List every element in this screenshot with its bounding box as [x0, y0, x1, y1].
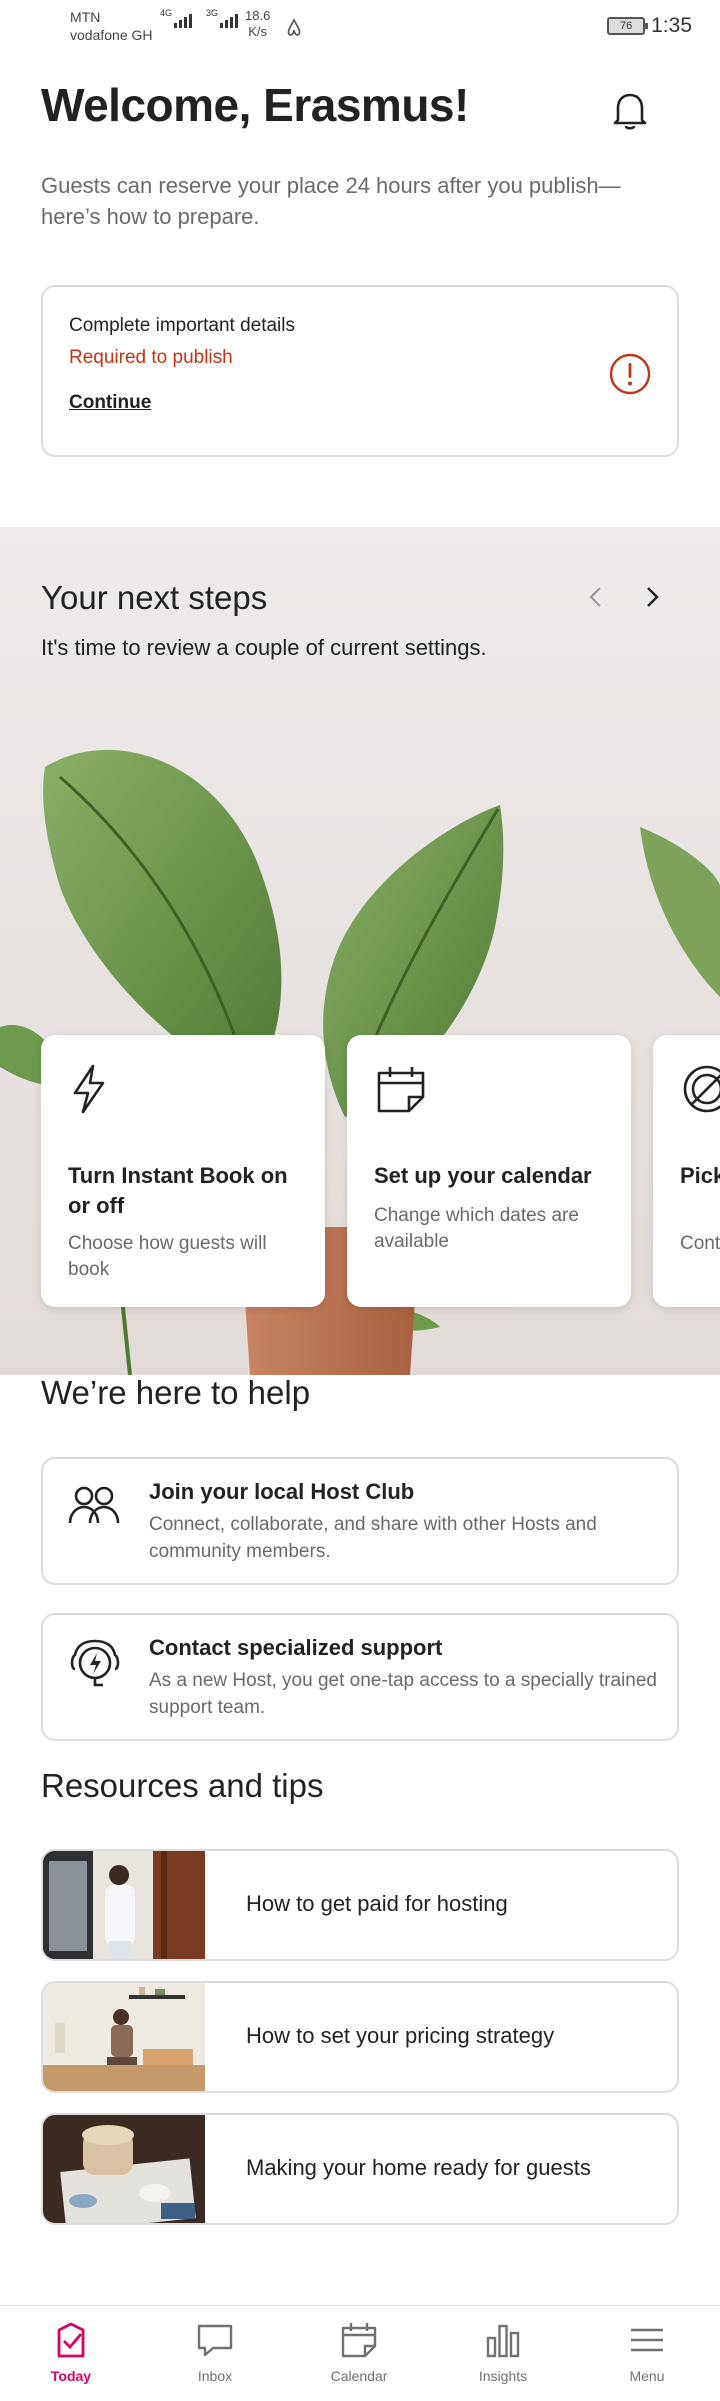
- help-item-subtitle: As a new Host, you get one-tap access to…: [149, 1670, 657, 1718]
- step-card-subtitle: Cont: [680, 1233, 720, 1254]
- home-ready-photo-thumbnail: [43, 2115, 205, 2223]
- card-title: Complete important details: [69, 315, 295, 336]
- carrier-2: vodafone GH: [70, 27, 153, 43]
- nav-today[interactable]: Today: [21, 2320, 121, 2384]
- nav-label: Insights: [478, 2368, 528, 2384]
- insights-bars-icon: [486, 2324, 520, 2358]
- people-group-icon: [67, 1483, 121, 1536]
- step-card-subtitle: Change which dates are available: [374, 1205, 579, 1252]
- battery-icon: 76: [607, 17, 649, 35]
- step-card-subtitle: Choose how guests will book: [68, 1233, 267, 1280]
- signal-icon: 4G 3G: [160, 8, 238, 28]
- carrier-1: MTN: [70, 9, 101, 25]
- step-card-title: Set up your calendar: [374, 1163, 592, 1188]
- help-item-title: Join your local Host Club: [149, 1479, 415, 1504]
- intro-text: Guests can reserve your place 24 hours a…: [41, 173, 621, 229]
- page-title: Welcome, Erasmus!: [41, 79, 469, 131]
- nav-insights[interactable]: Insights: [453, 2320, 553, 2384]
- network-speed: 18.6 K/s: [245, 8, 270, 40]
- network-type-2: 3G: [206, 8, 219, 18]
- next-steps-subtitle: It's time to review a couple of current …: [41, 635, 487, 660]
- important-details-card[interactable]: Complete important details Required to p…: [41, 285, 679, 457]
- step-card-title: Pick can: [680, 1163, 720, 1188]
- airbnb-logo-icon: [284, 18, 304, 43]
- lightning-icon: [69, 1063, 109, 1120]
- host-photo-thumbnail: [43, 1851, 205, 1959]
- nav-calendar[interactable]: Calendar: [309, 2320, 409, 2384]
- specialized-support-card[interactable]: Contact specialized support As a new Hos…: [41, 1613, 679, 1741]
- continue-link[interactable]: Continue: [69, 392, 151, 414]
- bell-icon[interactable]: [610, 88, 650, 137]
- nav-label: Calendar: [330, 2368, 388, 2384]
- help-item-subtitle: Connect, collaborate, and share with oth…: [149, 1514, 597, 1562]
- inbox-bubble-icon: [197, 2324, 233, 2357]
- help-item-title: Contact specialized support: [149, 1635, 443, 1660]
- today-check-icon: [57, 2322, 85, 2358]
- nav-inbox[interactable]: Inbox: [165, 2320, 265, 2384]
- step-card-instant-book[interactable]: Turn Instant Book on or off Choose how g…: [41, 1035, 325, 1307]
- resource-title: Making your home ready for guests: [246, 2155, 591, 2180]
- chevron-left-icon[interactable]: [586, 585, 606, 614]
- host-club-card[interactable]: Join your local Host Club Connect, colla…: [41, 1457, 679, 1585]
- alert-icon: [609, 353, 651, 400]
- menu-icon: [631, 2328, 663, 2352]
- bottom-nav: Today Inbox Calendar Insights Menu: [0, 2305, 720, 2401]
- resource-title: How to get paid for hosting: [246, 1891, 508, 1916]
- calendar-icon: [375, 1063, 427, 1120]
- nav-menu[interactable]: Menu: [597, 2320, 697, 2384]
- next-steps-title: Your next steps: [41, 579, 268, 616]
- next-steps-section: Your next steps It's time to review a co…: [0, 527, 720, 1375]
- speed-unit: K/s: [248, 24, 268, 39]
- card-required-text: Required to publish: [69, 347, 233, 368]
- help-section-title: We’re here to help: [41, 1374, 311, 1411]
- network-type-1: 4G: [160, 8, 173, 18]
- nav-label: Today: [50, 2368, 92, 2384]
- status-bar: MTN vodafone GH 4G 3G 18.6 K/s 76 1:35: [0, 0, 720, 50]
- chevron-right-icon[interactable]: [642, 585, 662, 614]
- calendar-icon: [341, 2323, 377, 2358]
- resource-title: How to set your pricing strategy: [246, 2023, 555, 2048]
- carrier-info: MTN vodafone GH: [70, 8, 153, 44]
- cancel-circle-icon: [681, 1063, 720, 1120]
- resource-card-home-ready[interactable]: Making your home ready for guests: [41, 2113, 679, 2225]
- resource-card-pricing[interactable]: How to set your pricing strategy: [41, 1981, 679, 2093]
- support-headset-icon: [67, 1639, 123, 1696]
- resource-card-get-paid[interactable]: How to get paid for hosting: [41, 1849, 679, 1961]
- clock: 1:35: [651, 14, 692, 37]
- nav-label: Inbox: [197, 2368, 233, 2384]
- resources-section-title: Resources and tips: [41, 1767, 324, 1804]
- step-card-title: Turn Instant Book on or off: [68, 1163, 288, 1218]
- nav-label: Menu: [629, 2368, 665, 2384]
- step-card-cancellation[interactable]: Pick can Cont: [653, 1035, 720, 1307]
- speed-value: 18.6: [245, 8, 271, 23]
- pricing-photo-thumbnail: [43, 1983, 205, 2091]
- step-card-calendar[interactable]: Set up your calendar Change which dates …: [347, 1035, 631, 1307]
